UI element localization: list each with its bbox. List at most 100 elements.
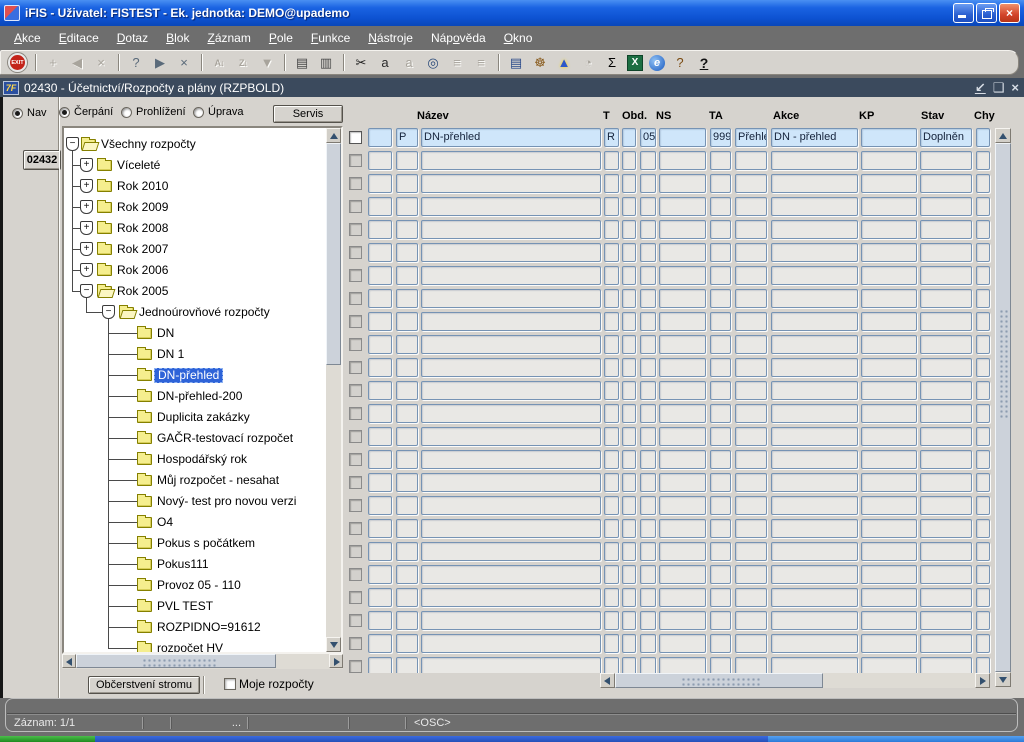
field-c2[interactable] <box>622 634 636 653</box>
field-obd[interactable] <box>640 312 656 331</box>
field-akce[interactable] <box>771 174 858 193</box>
field-stav[interactable] <box>920 220 972 239</box>
field-ns[interactable] <box>659 427 706 446</box>
scroll-right-button[interactable] <box>975 673 990 688</box>
field-chy[interactable] <box>976 358 990 377</box>
field-stav[interactable] <box>920 611 972 630</box>
field-t[interactable] <box>604 243 619 262</box>
field-ta[interactable] <box>710 565 731 584</box>
field-t[interactable] <box>604 588 619 607</box>
field-c2[interactable] <box>622 335 636 354</box>
mdi-restore-icon[interactable]: ❑ <box>993 79 1005 96</box>
scroll-up-button[interactable] <box>995 128 1011 143</box>
field-ns[interactable] <box>659 289 706 308</box>
copy-icon[interactable]: a <box>374 52 396 73</box>
field-akce[interactable] <box>771 565 858 584</box>
field-sel[interactable] <box>368 151 392 170</box>
field-ta[interactable] <box>710 220 731 239</box>
field-t[interactable] <box>604 358 619 377</box>
field-nazev[interactable] <box>421 404 601 423</box>
mode-option-2[interactable]: Prohlížení <box>121 106 186 118</box>
field-sel[interactable] <box>368 657 392 673</box>
mode-option-1[interactable]: Čerpání <box>59 106 113 118</box>
field-stav[interactable] <box>920 381 972 400</box>
field-obd[interactable] <box>640 519 656 538</box>
field-sel[interactable] <box>368 519 392 538</box>
field-obd[interactable] <box>640 358 656 377</box>
field-akce[interactable] <box>771 312 858 331</box>
field-ta[interactable] <box>710 312 731 331</box>
field-stav[interactable] <box>920 519 972 538</box>
field-pre[interactable] <box>735 312 767 331</box>
field-ta[interactable] <box>710 473 731 492</box>
field-p[interactable] <box>396 519 418 538</box>
field-chy[interactable] <box>976 335 990 354</box>
field-c2[interactable] <box>622 151 636 170</box>
cancel-query-icon[interactable]: × <box>173 52 195 73</box>
field-pre[interactable] <box>735 381 767 400</box>
field-pre[interactable] <box>735 289 767 308</box>
field-akce[interactable] <box>771 266 858 285</box>
servis-button[interactable]: Servis <box>273 105 343 123</box>
field-akce[interactable] <box>771 634 858 653</box>
row-select-checkbox[interactable] <box>349 131 362 144</box>
field-akce[interactable] <box>771 358 858 377</box>
enter-query-icon[interactable]: ? <box>125 52 147 73</box>
field-kp[interactable] <box>861 611 917 630</box>
menu-editace[interactable]: Editace <box>50 29 108 47</box>
field-nazev[interactable] <box>421 289 601 308</box>
field-chy[interactable] <box>976 243 990 262</box>
field-stav[interactable] <box>920 588 972 607</box>
field-obd[interactable] <box>640 496 656 515</box>
field-p[interactable] <box>396 174 418 193</box>
field-nazev[interactable] <box>421 634 601 653</box>
field-pre[interactable] <box>735 266 767 285</box>
field-pre[interactable] <box>735 542 767 561</box>
grid-vertical-scrollbar[interactable] <box>995 128 1011 687</box>
field-p[interactable] <box>396 312 418 331</box>
field-ta[interactable] <box>710 174 731 193</box>
field-t[interactable] <box>604 473 619 492</box>
field-kp[interactable] <box>861 220 917 239</box>
mdi-minimize-icon[interactable]: ↙ <box>975 79 986 96</box>
field-p[interactable] <box>396 450 418 469</box>
field-nazev[interactable] <box>421 588 601 607</box>
field-akce[interactable] <box>771 473 858 492</box>
exit-button[interactable]: EXIT <box>8 53 27 72</box>
field-obd[interactable] <box>640 542 656 561</box>
field-t[interactable] <box>604 496 619 515</box>
window-titlebar[interactable]: iFIS - Uživatel: FISTEST - Ek. jednotka:… <box>0 0 1024 26</box>
field-t[interactable]: R <box>604 128 619 147</box>
field-pre[interactable] <box>735 611 767 630</box>
field-kp[interactable] <box>861 519 917 538</box>
wheel-icon[interactable]: ☸ <box>529 52 551 73</box>
scrollbar-thumb[interactable] <box>615 673 823 688</box>
field-p[interactable] <box>396 266 418 285</box>
field-p[interactable] <box>396 657 418 673</box>
field-nazev[interactable] <box>421 335 601 354</box>
field-t[interactable] <box>604 611 619 630</box>
row-select-checkbox[interactable] <box>349 545 362 558</box>
field-akce[interactable] <box>771 381 858 400</box>
field-nazev[interactable] <box>421 220 601 239</box>
field-ns[interactable] <box>659 542 706 561</box>
field-obd[interactable] <box>640 404 656 423</box>
field-sel[interactable] <box>368 450 392 469</box>
field-stav[interactable] <box>920 335 972 354</box>
field-t[interactable] <box>604 565 619 584</box>
field-akce[interactable] <box>771 220 858 239</box>
field-ta[interactable] <box>710 404 731 423</box>
field-pre[interactable] <box>735 496 767 515</box>
field-akce[interactable] <box>771 404 858 423</box>
field-p[interactable] <box>396 473 418 492</box>
field-akce[interactable] <box>771 496 858 515</box>
field-t[interactable] <box>604 266 619 285</box>
field-sel[interactable] <box>368 611 392 630</box>
field-pre[interactable] <box>735 220 767 239</box>
mdi-close-icon[interactable]: × <box>1011 79 1019 96</box>
field-c2[interactable] <box>622 496 636 515</box>
field-ta[interactable] <box>710 519 731 538</box>
taskbar-start-segment[interactable] <box>0 736 95 742</box>
field-stav[interactable] <box>920 358 972 377</box>
field-nazev[interactable] <box>421 358 601 377</box>
